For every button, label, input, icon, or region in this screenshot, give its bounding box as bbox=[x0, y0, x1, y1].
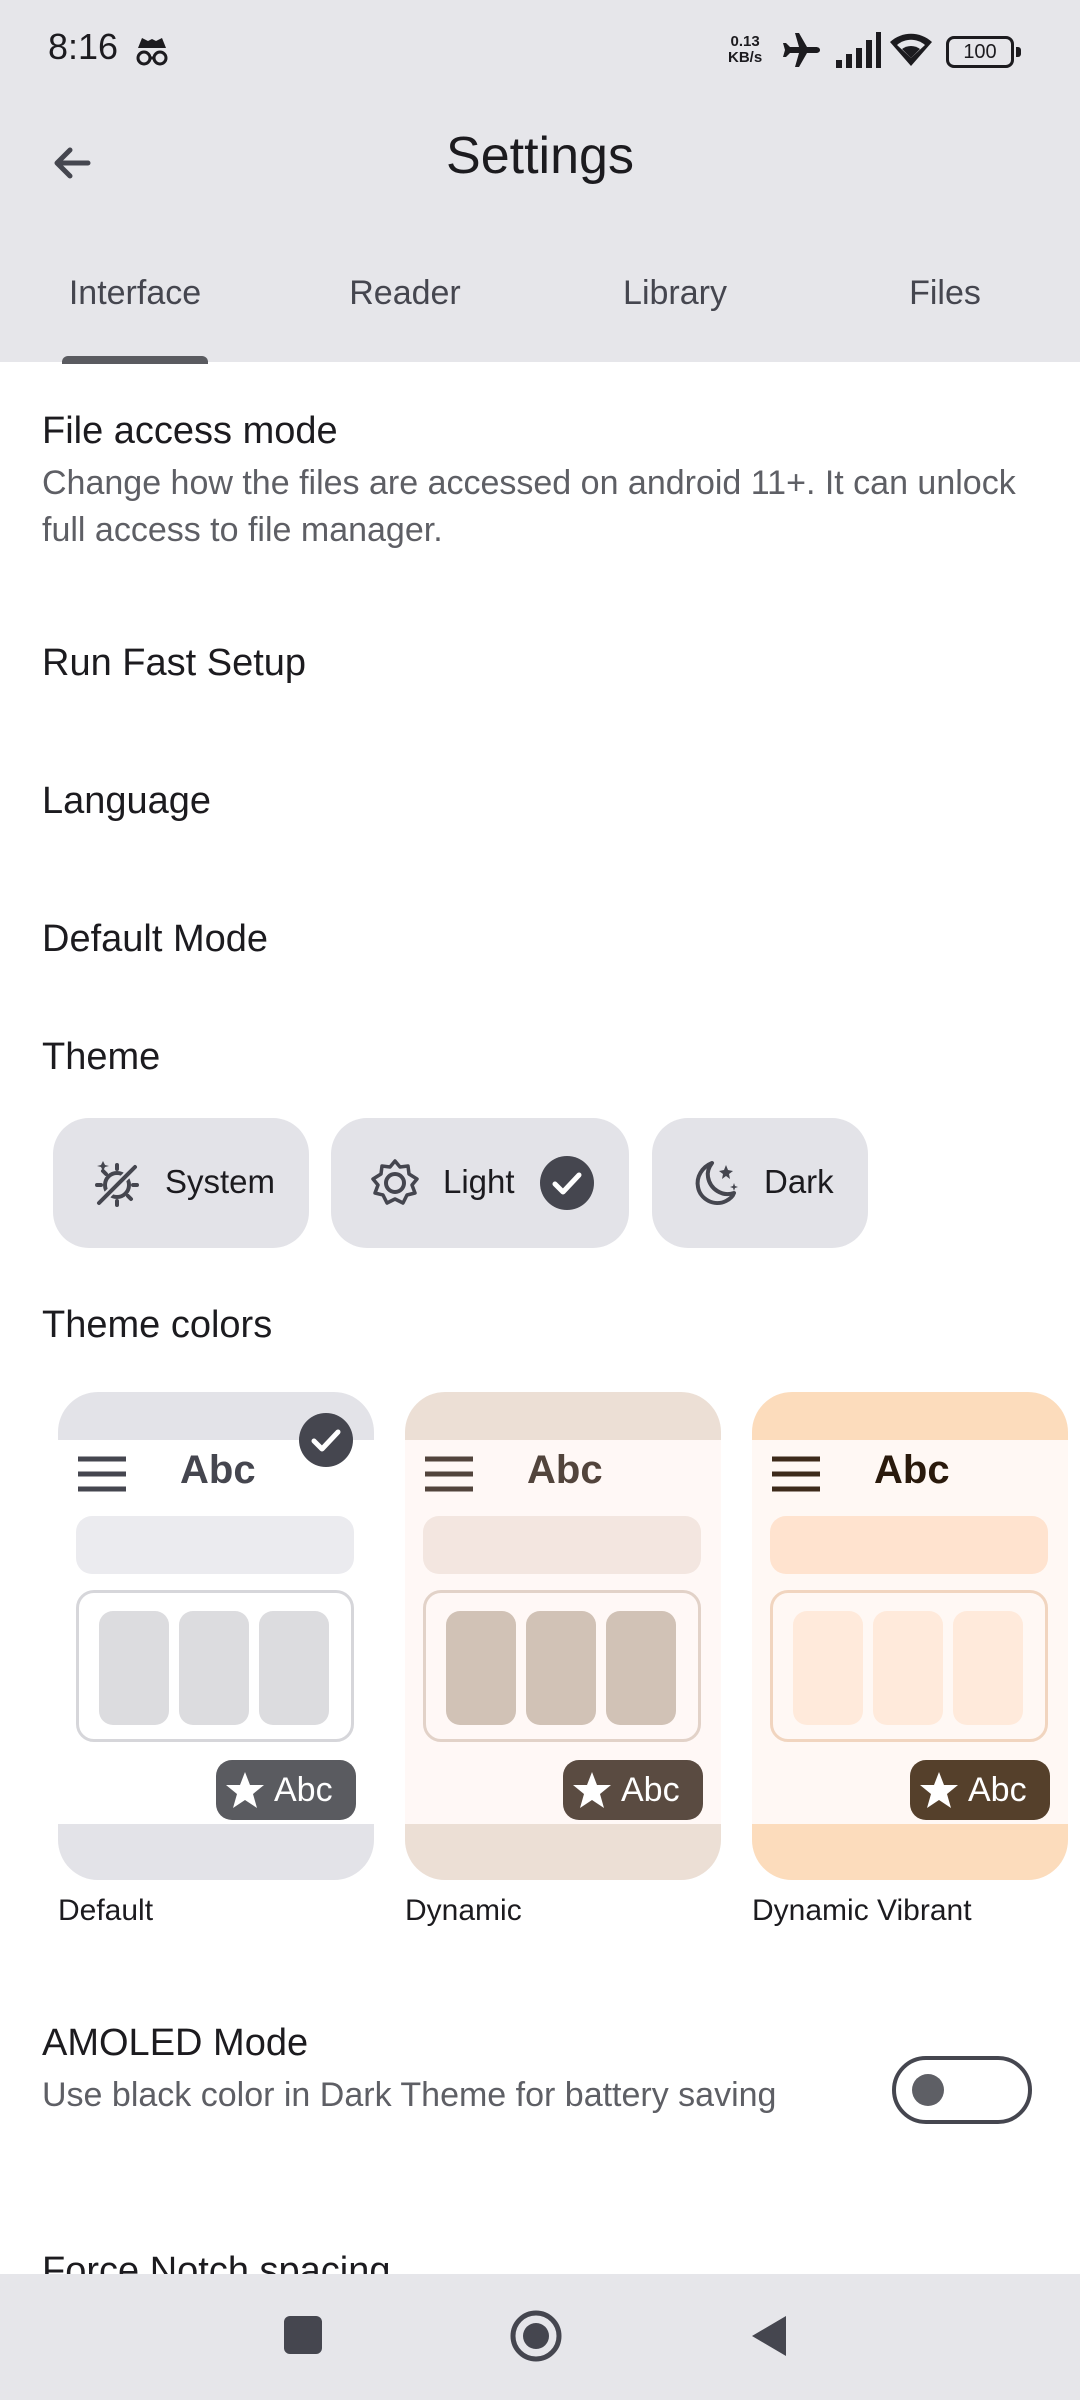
star-icon bbox=[573, 1772, 611, 1808]
theme-color-label: Default bbox=[58, 1894, 154, 1927]
setting-title: File access mode bbox=[42, 410, 338, 452]
setting-description: Change how the files are accessed on and… bbox=[42, 464, 1016, 549]
home-button-icon[interactable] bbox=[508, 2308, 564, 2364]
chip-label: Dark bbox=[764, 1163, 834, 1200]
tab-reader[interactable]: Reader bbox=[270, 274, 540, 313]
menu-icon bbox=[772, 1456, 820, 1492]
network-speed-unit: KB/s bbox=[728, 49, 763, 66]
run-fast-setup-setting[interactable]: Run Fast Setup bbox=[42, 642, 306, 685]
chip-label: Light bbox=[443, 1163, 515, 1200]
incognito-icon bbox=[136, 38, 168, 66]
status-bar: 8:16 0.13 KB/s 100 bbox=[0, 0, 1080, 100]
preview-block bbox=[606, 1611, 676, 1725]
wifi-icon bbox=[890, 33, 932, 66]
setting-title: AMOLED Mode bbox=[42, 2022, 309, 2064]
status-time: 8:16 bbox=[48, 26, 119, 67]
preview-block bbox=[99, 1611, 169, 1725]
preview-fab-text: Abc bbox=[621, 1771, 680, 1809]
theme-chip-system[interactable]: System bbox=[53, 1118, 309, 1248]
preview-text: Abc bbox=[180, 1448, 256, 1492]
tab-interface[interactable]: Interface bbox=[0, 274, 270, 313]
preview-block bbox=[446, 1611, 516, 1725]
moon-icon bbox=[695, 1161, 738, 1206]
preview-block bbox=[793, 1611, 863, 1725]
preview-search-bar bbox=[770, 1516, 1048, 1574]
theme-section-title: Theme bbox=[42, 1036, 161, 1078]
sun-icon bbox=[371, 1159, 419, 1205]
menu-icon bbox=[78, 1456, 126, 1492]
network-speed: 0.13 KB/s bbox=[728, 34, 762, 66]
star-icon bbox=[920, 1772, 958, 1808]
preview-text: Abc bbox=[527, 1448, 603, 1492]
auto-theme-icon bbox=[94, 1161, 140, 1208]
theme-color-card-dynamic-vibrant[interactable]: Abc Abc bbox=[752, 1392, 1068, 1880]
preview-block bbox=[953, 1611, 1023, 1725]
tab-indicator bbox=[62, 356, 208, 364]
chip-label: System bbox=[165, 1163, 276, 1200]
tab-files[interactable]: Files bbox=[810, 274, 1080, 313]
preview-fab: Abc bbox=[216, 1760, 356, 1820]
theme-color-card-default[interactable]: Abc Abc bbox=[58, 1392, 374, 1880]
signal-icon bbox=[836, 32, 881, 68]
preview-grid bbox=[770, 1590, 1048, 1742]
menu-icon bbox=[425, 1456, 473, 1492]
preview-search-bar bbox=[76, 1516, 354, 1574]
preview-grid bbox=[76, 1590, 354, 1742]
amoled-toggle-switch[interactable] bbox=[892, 2056, 1032, 2124]
theme-chip-dark[interactable]: Dark bbox=[652, 1118, 868, 1248]
theme-colors-section-title: Theme colors bbox=[42, 1304, 273, 1346]
back-button-icon[interactable] bbox=[746, 2312, 792, 2360]
preview-fab-text: Abc bbox=[968, 1771, 1027, 1809]
setting-description: Use black color in Dark Theme for batter… bbox=[42, 2076, 777, 2114]
theme-color-label: Dynamic bbox=[405, 1894, 522, 1927]
network-speed-value: 0.13 bbox=[730, 33, 760, 50]
preview-block bbox=[873, 1611, 943, 1725]
theme-color-card-dynamic[interactable]: Abc Abc bbox=[405, 1392, 721, 1880]
star-icon bbox=[226, 1772, 264, 1808]
theme-color-label: Dynamic Vibrant bbox=[752, 1894, 972, 1927]
preview-fab: Abc bbox=[910, 1760, 1050, 1820]
check-circle-icon bbox=[299, 1413, 353, 1467]
default-mode-setting[interactable]: Default Mode bbox=[42, 918, 268, 961]
tab-bar: Interface Reader Library Files bbox=[0, 262, 1080, 364]
recents-button-icon[interactable] bbox=[280, 2312, 326, 2358]
page-title: Settings bbox=[446, 127, 634, 185]
battery-icon: 100 bbox=[946, 36, 1021, 68]
preview-block bbox=[179, 1611, 249, 1725]
toggle-knob bbox=[912, 2074, 944, 2106]
airplane-icon bbox=[783, 33, 820, 67]
preview-text: Abc bbox=[874, 1448, 950, 1492]
preview-grid bbox=[423, 1590, 701, 1742]
theme-chip-light[interactable]: Light bbox=[331, 1118, 629, 1248]
check-circle-icon bbox=[540, 1156, 594, 1210]
preview-block bbox=[526, 1611, 596, 1725]
tab-library[interactable]: Library bbox=[540, 274, 810, 313]
top-app-bar: 8:16 0.13 KB/s 100 Settings Interface Re… bbox=[0, 0, 1080, 364]
preview-fab-text: Abc bbox=[274, 1771, 333, 1809]
preview-fab: Abc bbox=[563, 1760, 703, 1820]
system-navigation-bar bbox=[0, 2274, 1080, 2400]
language-setting[interactable]: Language bbox=[42, 780, 211, 823]
preview-search-bar bbox=[423, 1516, 701, 1574]
preview-block bbox=[259, 1611, 329, 1725]
